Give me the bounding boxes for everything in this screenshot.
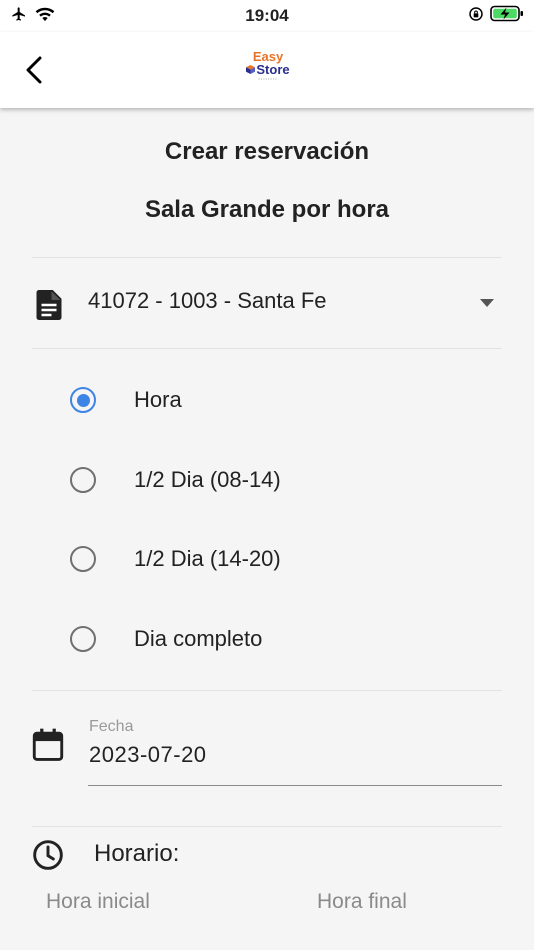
radio-button[interactable]	[70, 546, 96, 572]
back-button[interactable]	[16, 52, 52, 88]
radio-label: 1/2 Dia (14-20)	[134, 546, 281, 571]
radio-option-medio-dia-tarde[interactable]: 1/2 Dia (14-20)	[60, 531, 500, 587]
radio-dot	[76, 393, 90, 407]
store-selected-value: 41072 - 1003 - Santa Fe	[88, 288, 327, 313]
room-subtitle: Sala Grande por hora	[144, 196, 390, 223]
date-field-value: 2023-07-20	[89, 742, 207, 767]
wifi-icon	[34, 6, 56, 27]
store-dropdown[interactable]: 41072 - 1003 - Santa Fe	[32, 268, 502, 338]
radio-button[interactable]	[70, 387, 96, 413]
end-time-field[interactable]: Hora final	[317, 890, 407, 914]
document-icon	[36, 290, 62, 320]
radio-option-dia-completo[interactable]: Dia completo	[60, 611, 500, 667]
battery-charging-icon	[490, 5, 524, 27]
status-left	[10, 6, 56, 27]
radio-option-hora[interactable]: Hora	[60, 372, 500, 428]
schedule-header: Horario:	[32, 834, 502, 878]
logo-text-bottom: Store	[256, 62, 290, 77]
radio-button[interactable]	[70, 467, 96, 493]
start-time-field[interactable]: Hora inicial	[46, 890, 150, 914]
date-section: Fecha 2023-07-20	[32, 708, 502, 798]
status-time: 19:04	[245, 6, 289, 25]
radio-label: Dia completo	[134, 626, 263, 651]
date-field-label: Fecha	[89, 718, 134, 735]
easy-store-logo: Easy Store ••••••••	[242, 50, 294, 84]
schedule-label: Horario:	[94, 840, 180, 867]
chevron-left-icon	[26, 56, 42, 84]
divider	[32, 257, 502, 258]
date-field[interactable]: Fecha 2023-07-20	[88, 716, 502, 786]
dropdown-arrow-icon	[480, 299, 494, 307]
clock-icon	[33, 840, 63, 870]
divider	[32, 826, 502, 827]
logo-text-bottom-wrap: Store	[246, 62, 290, 77]
app-header: Easy Store ••••••••	[0, 32, 534, 108]
radio-label: 1/2 Dia (08-14)	[134, 467, 281, 492]
radio-label: Hora	[134, 387, 182, 412]
airplane-icon	[10, 6, 28, 27]
calendar-icon[interactable]	[32, 728, 64, 762]
divider	[32, 348, 502, 349]
cube-icon	[246, 65, 256, 74]
divider	[32, 690, 502, 691]
logo-tagline-mark: ••••••••	[258, 76, 278, 81]
radio-option-medio-dia-manana[interactable]: 1/2 Dia (08-14)	[60, 452, 500, 508]
rotation-lock-icon	[468, 6, 484, 27]
page-title: Crear reservación	[164, 138, 370, 165]
radio-button[interactable]	[70, 626, 96, 652]
status-bar: 19:04	[0, 0, 534, 32]
status-right	[468, 5, 524, 27]
